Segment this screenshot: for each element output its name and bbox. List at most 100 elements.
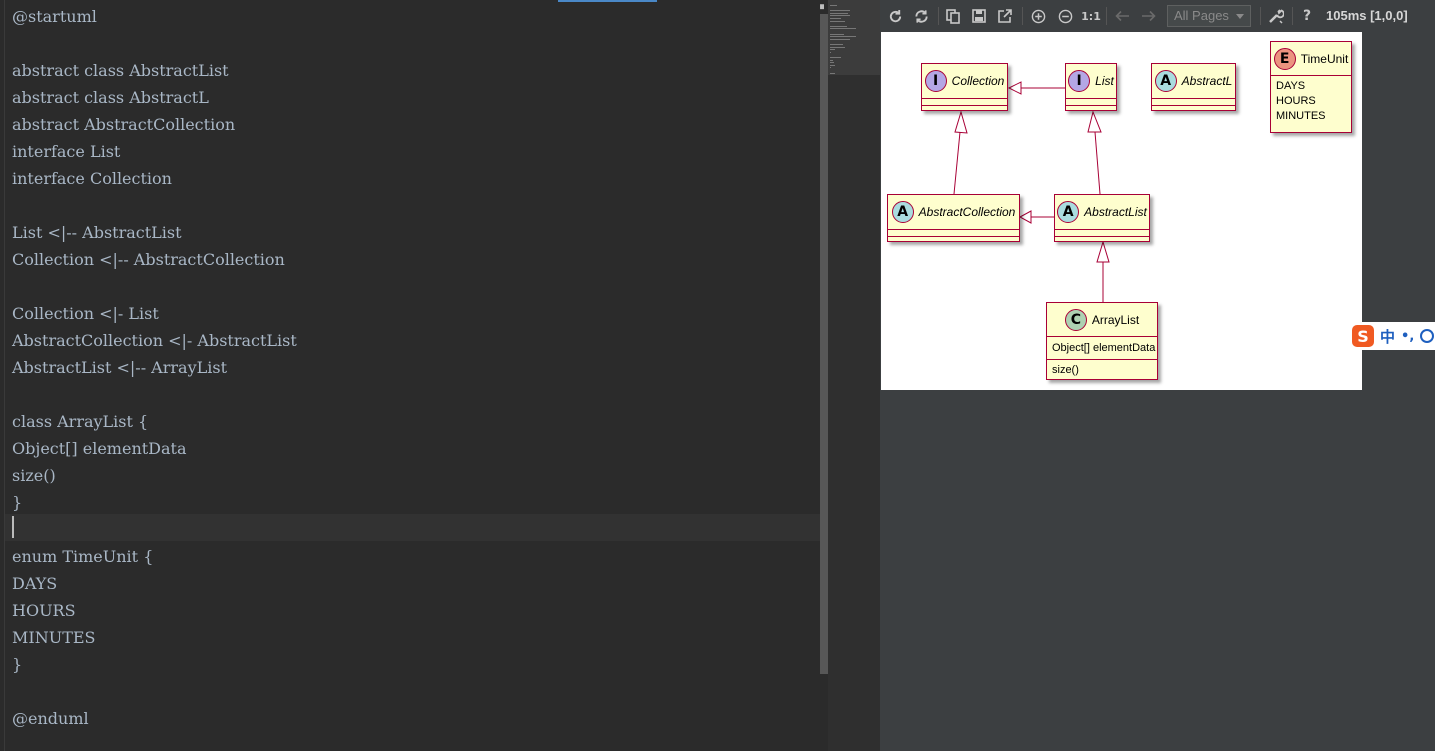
copy-icon[interactable] (944, 6, 962, 26)
arrowhead-abstractcollection (1018, 210, 1032, 224)
code-line[interactable]: abstract class AbstractList (12, 57, 297, 84)
minimap-line (830, 33, 845, 35)
code-line[interactable]: abstract AbstractCollection (12, 111, 297, 138)
interface-stereotype-icon: I (924, 70, 947, 92)
class-stereotype-icon: C (1064, 308, 1087, 331)
zoom-in-icon[interactable] (1029, 6, 1047, 26)
class-divider (922, 98, 1007, 99)
editor-scrollbar-thumb[interactable] (820, 14, 828, 674)
code-line[interactable]: abstract class AbstractL (12, 84, 297, 111)
toolbar-separator (1106, 7, 1107, 25)
code-line[interactable]: HOURS (12, 597, 297, 624)
minimap-line (830, 64, 836, 66)
arrowhead-abstractlist (1096, 240, 1110, 263)
class-divider (1066, 98, 1116, 99)
uml-interface-collection[interactable]: I Collection (921, 63, 1008, 111)
help-icon[interactable]: ? (1298, 6, 1316, 26)
ime-toolbar[interactable]: S 中 •, (1348, 322, 1435, 350)
minimap-line (830, 12, 848, 14)
uml-abstract-class-abstractcollection[interactable]: A AbstractCollection (887, 194, 1020, 242)
class-divider (888, 229, 1019, 230)
enum-value: DAYS (1276, 80, 1306, 92)
code-line[interactable]: enum TimeUnit { (12, 543, 297, 570)
split-view-icon[interactable]: ⏸ (816, 1, 828, 13)
code-line[interactable]: Collection <|- List (12, 300, 297, 327)
minimap-viewport[interactable] (828, 0, 880, 75)
code-line[interactable] (12, 678, 297, 705)
minimap-line (830, 5, 837, 6)
class-divider (1066, 105, 1116, 106)
zoom-out-icon[interactable] (1056, 6, 1074, 26)
code-lines[interactable]: @startuml abstract class AbstractList abst… (12, 3, 297, 732)
code-line[interactable]: Object[] elementData (12, 435, 297, 462)
abstract-stereotype-icon: A (891, 201, 914, 223)
code-line[interactable]: AbstractCollection <|- AbstractList (12, 327, 297, 354)
toolbar-separator (938, 7, 939, 25)
minimap-line (830, 62, 834, 64)
refresh-icon[interactable] (886, 6, 904, 26)
code-line[interactable]: size() (12, 462, 297, 489)
class-method: size() (1052, 364, 1079, 376)
uml-enum-timeunit[interactable]: E TimeUnit DAYS HOURS MINUTES (1270, 41, 1352, 133)
class-divider (922, 105, 1007, 106)
class-divider (888, 236, 1019, 237)
code-line[interactable]: @startuml (12, 3, 297, 30)
code-line[interactable] (12, 192, 297, 219)
class-name: Collection (951, 74, 1005, 88)
sogou-logo-icon[interactable]: S (1352, 325, 1374, 347)
forward-icon[interactable] (1138, 6, 1158, 26)
interface-stereotype-icon: I (1068, 70, 1091, 92)
external-icon[interactable] (996, 6, 1014, 26)
code-line[interactable]: } (12, 651, 297, 678)
zoom-actual-size-button[interactable]: 1:1 (1080, 6, 1102, 26)
class-divider (1055, 229, 1149, 230)
pages-select-value: All Pages (1174, 8, 1229, 23)
back-icon[interactable] (1112, 6, 1132, 26)
class-name: AbstractCollection (918, 205, 1016, 219)
code-editor[interactable]: @startuml abstract class AbstractList abst… (0, 0, 828, 751)
minimap[interactable] (828, 0, 880, 751)
minimap-line (830, 36, 857, 38)
code-line[interactable] (12, 30, 297, 57)
code-line[interactable]: AbstractList <|-- ArrayList (12, 354, 297, 381)
ime-language-toggle[interactable]: 中 (1380, 326, 1395, 347)
settings-icon[interactable] (1266, 6, 1286, 26)
minimap-line (830, 59, 833, 61)
chevron-down-icon (1236, 14, 1244, 19)
arrowhead-list (1087, 110, 1102, 133)
minimap-line (830, 44, 843, 45)
code-line[interactable]: interface List (12, 138, 297, 165)
uml-class-arraylist[interactable]: C ArrayList Object[] elementData size() (1046, 302, 1158, 380)
uml-abstract-class-abstractl[interactable]: A AbstractL (1151, 63, 1236, 111)
code-line[interactable]: } (12, 489, 297, 516)
minimap-line (830, 38, 851, 40)
pages-select[interactable]: All Pages (1167, 5, 1251, 27)
code-line[interactable]: @enduml (12, 705, 297, 732)
toolbar-separator (1260, 7, 1261, 25)
ime-punctuation-toggle[interactable]: •, (1401, 329, 1414, 344)
code-line[interactable]: interface Collection (12, 165, 297, 192)
class-name: ArrayList (1091, 312, 1140, 327)
code-line[interactable]: MINUTES (12, 624, 297, 651)
minimap-line (830, 28, 856, 30)
save-icon[interactable] (970, 6, 988, 26)
edge-abstractlist-list (1094, 131, 1101, 195)
code-line[interactable]: DAYS (12, 570, 297, 597)
class-name: AbstractList (1084, 205, 1147, 219)
code-line[interactable] (12, 381, 297, 408)
sync-icon[interactable] (912, 6, 930, 26)
uml-interface-list[interactable]: I List (1065, 63, 1117, 111)
code-line[interactable]: class ArrayList { (12, 408, 297, 435)
code-line[interactable]: Collection <|-- AbstractCollection (12, 246, 297, 273)
minimap-line (830, 51, 831, 53)
class-name: List (1095, 74, 1114, 88)
minimap-line (830, 46, 845, 48)
uml-abstract-class-abstractlist[interactable]: A AbstractList (1054, 194, 1150, 242)
code-line[interactable]: List <|-- AbstractList (12, 219, 297, 246)
emoji-icon[interactable] (1420, 329, 1435, 343)
code-line[interactable] (12, 516, 297, 543)
diagram-canvas[interactable]: I Collection I List A AbstractL E TimeUn… (881, 32, 1362, 390)
code-line[interactable] (12, 273, 297, 300)
minimap-line (830, 72, 836, 74)
minimap-line (830, 57, 842, 58)
